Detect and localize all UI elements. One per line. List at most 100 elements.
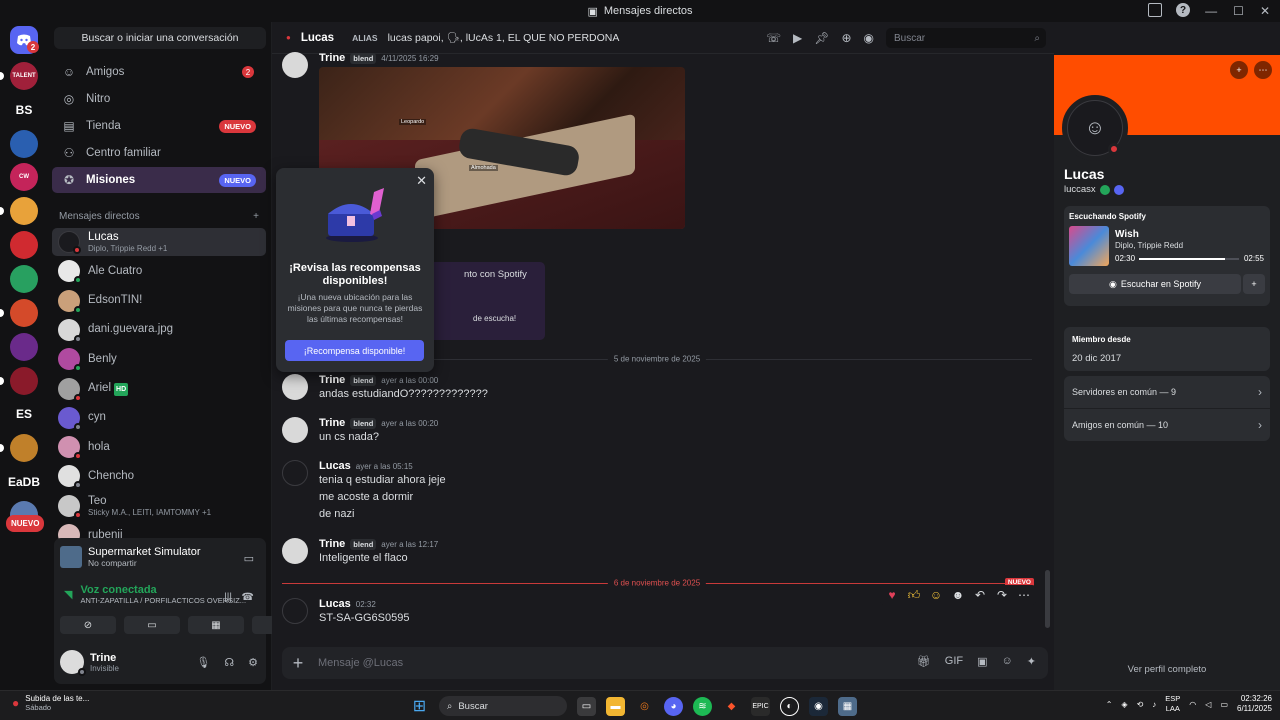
nuevo-badge[interactable]: NUEVO (6, 515, 45, 532)
invite-listen-icon[interactable]: + (1243, 274, 1265, 294)
server-icon[interactable] (10, 265, 38, 293)
language-indicator[interactable]: ESP LAA (1165, 694, 1180, 714)
chat-recipient-name[interactable]: Lucas (301, 32, 334, 44)
windows-start-icon[interactable]: ⊞ (410, 697, 429, 716)
nav-item-misiones[interactable]: ✪ Misiones NUEVO (52, 167, 266, 193)
reply-icon[interactable]: ↶ (972, 587, 988, 603)
nav-item-tienda[interactable]: ▤ Tienda NUEVO (52, 113, 266, 139)
guild-tag[interactable]: blend (350, 374, 377, 386)
track-artist[interactable]: Diplo, Trippie Redd (1115, 241, 1183, 250)
server-icon[interactable] (10, 367, 38, 395)
server-icon[interactable]: TALENT (10, 62, 38, 90)
current-user[interactable]: Trine Invisible (60, 650, 119, 676)
microphone-icon[interactable]: 🎙︎ (196, 656, 210, 669)
task-view-icon[interactable]: ▭ (577, 696, 596, 716)
badge-icon[interactable] (1099, 184, 1110, 195)
conversation-search[interactable]: Buscar o iniciar una conversación (54, 27, 266, 49)
close-window-button[interactable]: ✕ (1260, 4, 1270, 18)
message-author[interactable]: Trine (319, 538, 345, 550)
create-dm-icon[interactable]: + (253, 211, 259, 222)
listen-on-spotify-button[interactable]: ◉ Escuchar en Spotify (1069, 274, 1241, 294)
chevron-up-icon[interactable]: ⌃ (1106, 700, 1113, 709)
more-options-icon[interactable]: ⋯ (1254, 61, 1272, 79)
server-icon[interactable] (10, 130, 38, 158)
message-author[interactable]: Lucas (319, 598, 351, 610)
server-text-icon[interactable]: ES (10, 400, 38, 428)
author-avatar[interactable] (282, 374, 308, 400)
gift-icon[interactable]: 🎁︎ (917, 655, 931, 668)
gif-icon[interactable]: GIF (945, 655, 963, 668)
view-full-profile-link[interactable]: Ver perfil completo (1054, 664, 1280, 675)
add-friends-icon[interactable]: ⊕ (841, 31, 851, 45)
author-avatar[interactable] (282, 460, 308, 486)
tray-mic-icon[interactable]: ♪ (1152, 700, 1156, 709)
file-explorer-icon[interactable]: ▬ (606, 696, 625, 716)
close-icon[interactable]: ✕ (416, 173, 427, 189)
nav-item-amigos[interactable]: ☺ Amigos 2 (52, 59, 266, 85)
dm-item[interactable]: cyn (52, 404, 266, 432)
guild-tag[interactable]: blend (350, 538, 377, 550)
battery-icon[interactable]: ▭ (1220, 700, 1228, 709)
github-icon[interactable]: ◐ (780, 696, 799, 716)
track-title[interactable]: Wish (1115, 229, 1139, 240)
dm-item[interactable]: hola (52, 433, 266, 461)
maximize-button[interactable]: ☐ (1233, 4, 1244, 18)
add-reaction-icon[interactable]: ☻ (950, 587, 966, 603)
thumbs-up-reaction-icon[interactable]: 👍︎ (906, 587, 922, 603)
noise-suppression-icon[interactable]: ||| (224, 592, 232, 603)
epic-games-icon[interactable]: EPIC (751, 696, 770, 716)
dm-item[interactable]: dani.guevara.jpg (52, 316, 266, 344)
pin-icon[interactable]: 📌︎ (814, 31, 829, 45)
nav-item-centro-familiar[interactable]: ⚇ Centro familiar (52, 140, 266, 166)
activities-button[interactable]: ▦ (188, 616, 244, 634)
user-profile-icon[interactable]: ◉ (864, 31, 874, 45)
server-icon[interactable]: CW (10, 163, 38, 191)
taskbar-widget[interactable]: ● Subida de las te... Sábado (12, 694, 89, 712)
voice-channel[interactable]: ANTI-ZAPATILLA / PORFILACTICOS OVERSIZ..… (80, 596, 246, 605)
chat-scrollbar[interactable] (1045, 570, 1050, 628)
mutual-friends-row[interactable]: Amigos en común — 10 › (1064, 409, 1270, 441)
message-author[interactable]: Trine (319, 417, 345, 429)
add-friend-icon[interactable]: + (1230, 61, 1248, 79)
emoji-icon[interactable]: ☺ (1002, 655, 1013, 668)
dm-item[interactable]: Ale Cuatro (52, 257, 266, 285)
server-text-icon[interactable]: EaDB (8, 468, 40, 496)
author-avatar[interactable] (282, 417, 308, 443)
video-call-icon[interactable]: ▶ (793, 31, 802, 45)
apps-icon[interactable]: ✦ (1027, 655, 1036, 668)
dm-item[interactable]: Ariel HD (52, 375, 266, 403)
server-text-icon[interactable]: BS (10, 96, 38, 124)
steam-icon[interactable]: ◉ (809, 696, 828, 716)
guild-tag[interactable]: blend (350, 417, 377, 429)
mutual-servers-row[interactable]: Servidores en común — 9 › (1064, 376, 1270, 408)
dm-item[interactable]: Chencho (52, 462, 266, 490)
voice-call-icon[interactable]: ☏ (766, 31, 781, 45)
settings-gear-icon[interactable]: ⚙ (248, 656, 258, 669)
disconnect-icon[interactable]: ☎ (242, 592, 254, 603)
album-art[interactable] (1069, 226, 1109, 266)
help-icon[interactable]: ? (1176, 3, 1190, 17)
reward-available-button[interactable]: ¡Recompensa disponible! (285, 340, 424, 361)
taskbar-search[interactable]: ⌕ Buscar (439, 696, 567, 716)
server-icon[interactable] (10, 434, 38, 462)
wifi-icon[interactable]: ◠ (1189, 700, 1196, 709)
author-avatar[interactable] (282, 52, 308, 78)
chat-search-input[interactable]: Buscar ⌕ (886, 28, 1046, 48)
more-icon[interactable]: ⋯ (1016, 587, 1032, 603)
message-author[interactable]: Trine (319, 374, 345, 386)
discord-taskbar-icon[interactable]: ◕ (664, 696, 683, 716)
server-icon[interactable] (10, 299, 38, 327)
upload-plus-icon[interactable]: + (288, 653, 308, 673)
dm-item[interactable]: Teo Sticky M.A., LEITI, IAMTOMMY +1 (52, 492, 266, 520)
brave-icon[interactable]: ◆ (722, 697, 741, 716)
game-taskbar-icon[interactable]: ▦ (838, 696, 857, 716)
badge-icon[interactable] (1113, 184, 1124, 195)
author-avatar[interactable] (282, 538, 308, 564)
message-author[interactable]: Trine (319, 52, 345, 64)
server-icon[interactable] (10, 333, 38, 361)
author-avatar[interactable] (282, 598, 308, 624)
message-input[interactable] (318, 657, 878, 669)
screen-share-button[interactable]: ▭ (124, 616, 180, 634)
sticker-icon[interactable]: ▣ (977, 655, 987, 668)
clock[interactable]: 02:32:26 6/11/2025 (1237, 694, 1272, 714)
